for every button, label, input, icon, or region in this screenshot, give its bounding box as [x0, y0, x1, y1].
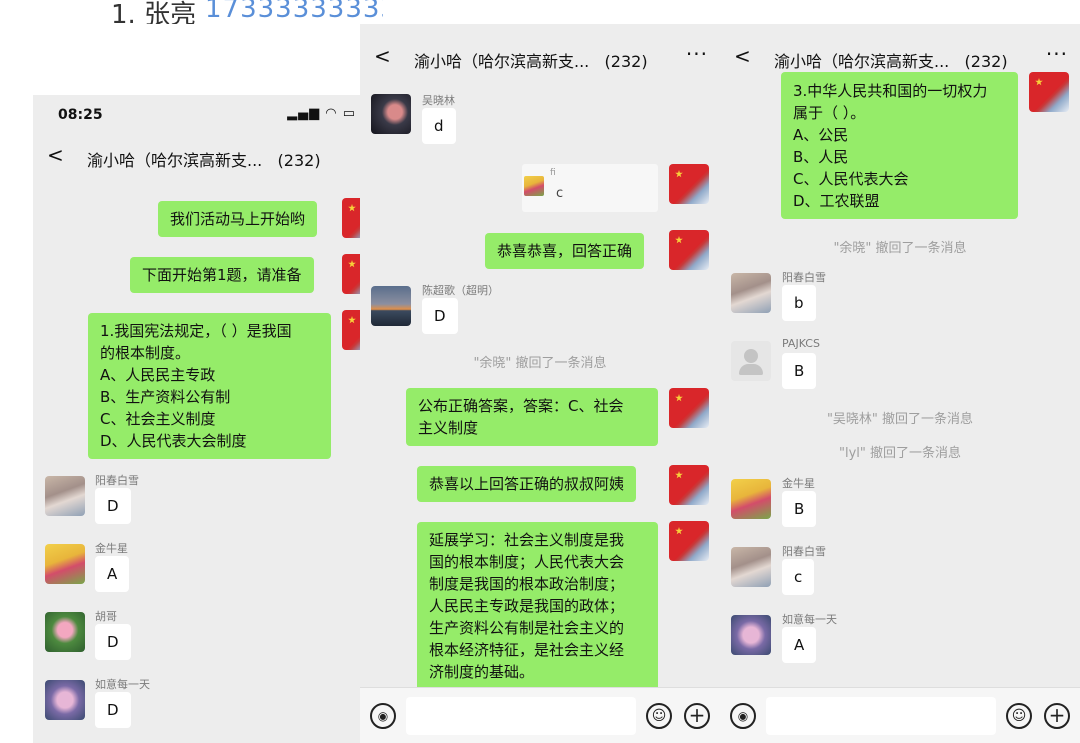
contact-name: 1. 张亮 — [111, 0, 197, 24]
sender-name: 阳春白雪 — [782, 271, 826, 284]
default-avatar-icon[interactable] — [731, 341, 771, 381]
self-avatar[interactable] — [669, 521, 709, 561]
message-bubble[interactable]: c — [782, 559, 815, 595]
status-bar: 08:25 ▂▄▆ ◠ ▭ — [33, 95, 360, 135]
back-icon[interactable]: < — [374, 44, 391, 68]
quote-thumbnail — [524, 176, 544, 196]
plus-icon[interactable]: + — [1044, 703, 1070, 729]
system-recall-notice: "lyl" 撤回了一条消息 — [838, 446, 961, 461]
back-icon[interactable]: < — [734, 44, 751, 68]
more-icon[interactable]: ··· — [1046, 42, 1068, 66]
sender-name: 吴晓林 — [422, 94, 455, 107]
message-bubble[interactable]: 我们活动马上开始哟 — [158, 201, 318, 237]
self-avatar[interactable] — [342, 254, 360, 294]
self-avatar[interactable] — [1029, 72, 1069, 112]
self-avatar[interactable] — [342, 198, 360, 238]
message-bubble[interactable]: d — [422, 108, 456, 144]
sender-name: 阳春白雪 — [95, 474, 139, 487]
message-bubble[interactable]: A — [782, 627, 817, 663]
message-bubble[interactable]: B — [782, 491, 817, 527]
user-avatar[interactable] — [371, 286, 411, 326]
emoji-icon[interactable]: ☺ — [1006, 703, 1032, 729]
quoted-message[interactable]: fi c — [522, 164, 658, 212]
message-bubble[interactable]: 恭喜以上回答正确的叔叔阿姨 — [417, 466, 637, 502]
system-recall-notice: "余晓" 撤回了一条消息 — [833, 241, 967, 256]
user-avatar[interactable] — [45, 612, 85, 652]
voice-icon[interactable]: ◉ — [370, 703, 396, 729]
message-input[interactable] — [766, 697, 996, 735]
signal-wifi-battery-icon: ▂▄▆ ◠ ▭ — [287, 106, 356, 121]
extended-learning-bubble[interactable]: 延展学习：社会主义制度是我 国的根本制度；人民代表大会 制度是我国的根本政治制度… — [417, 522, 658, 692]
sender-name: 金牛星 — [95, 542, 128, 555]
quote-sender: fi — [550, 168, 556, 178]
message-bubble[interactable]: D — [95, 692, 131, 728]
system-recall-notice: "吴晓林" 撤回了一条消息 — [826, 412, 974, 427]
sender-name: 金牛星 — [782, 477, 815, 490]
input-bar: ◉ ☺ + — [360, 687, 720, 743]
message-bubble[interactable]: 下面开始第1题，请准备 — [130, 257, 314, 293]
chat-header: < 渝小哈（哈尔滨高新支... (232) — [33, 135, 360, 179]
self-avatar[interactable] — [669, 230, 709, 270]
chat-title: 渝小哈（哈尔滨高新支... (232) — [87, 151, 321, 170]
user-avatar[interactable] — [731, 547, 771, 587]
sender-name: 胡哥 — [95, 610, 117, 623]
plus-icon[interactable]: + — [684, 703, 710, 729]
member-count: (232) — [277, 151, 321, 170]
contact-card-fragment: 1. 张亮 17333333333 — [95, 0, 383, 24]
user-avatar[interactable] — [731, 615, 771, 655]
message-bubble[interactable]: D — [95, 624, 131, 660]
sender-name: 阳春白雪 — [782, 545, 826, 558]
sender-name: 陈超歌（超明） — [422, 284, 499, 297]
contact-phone: 17333333333 — [205, 0, 383, 24]
voice-icon[interactable]: ◉ — [730, 703, 756, 729]
sender-name: 如意每一天 — [782, 613, 837, 626]
self-avatar[interactable] — [669, 465, 709, 505]
sender-name: PAJKCS — [782, 337, 820, 350]
self-avatar[interactable] — [342, 310, 360, 350]
message-bubble[interactable]: B — [782, 353, 817, 389]
chat-header: < 渝小哈（哈尔滨高新支... (232) ··· — [360, 36, 720, 80]
user-avatar[interactable] — [45, 544, 85, 584]
user-avatar[interactable] — [731, 273, 771, 313]
chat-title: 渝小哈（哈尔滨高新支... (232) — [774, 52, 1008, 71]
emoji-icon[interactable]: ☺ — [646, 703, 672, 729]
user-avatar[interactable] — [45, 476, 85, 516]
user-avatar[interactable] — [45, 680, 85, 720]
status-time: 08:25 — [58, 107, 103, 123]
more-icon[interactable]: ··· — [686, 42, 708, 66]
user-avatar[interactable] — [731, 479, 771, 519]
chat-panel-2: < 渝小哈（哈尔滨高新支... (232) ··· 吴晓林 d fi c 恭喜恭… — [360, 24, 720, 743]
chat-panel-3: < 渝小哈（哈尔滨高新支... (232) ··· 3.中华人民共和国的一切权力… — [720, 24, 1080, 743]
user-avatar[interactable] — [371, 94, 411, 134]
question-bubble[interactable]: 3.中华人民共和国的一切权力 属于（ ）。 A、公民 B、人民 C、人民代表大会… — [781, 72, 1018, 219]
chat-panel-1: 08:25 ▂▄▆ ◠ ▭ < 渝小哈（哈尔滨高新支... (232) 我们活动… — [33, 95, 360, 743]
message-bubble[interactable]: 恭喜恭喜，回答正确 — [485, 233, 645, 269]
message-bubble[interactable]: D — [95, 488, 131, 524]
answer-bubble[interactable]: 公布正确答案，答案：C、社会 主义制度 — [406, 388, 658, 446]
question-bubble[interactable]: 1.我国宪法规定，（ ）是我国 的根本制度。 A、人民民主专政 B、生产资料公有… — [88, 313, 331, 459]
self-avatar[interactable] — [669, 388, 709, 428]
back-icon[interactable]: < — [47, 143, 64, 167]
message-bubble[interactable]: b — [782, 285, 816, 321]
member-count: (232) — [964, 52, 1008, 71]
self-avatar[interactable] — [669, 164, 709, 204]
message-bubble[interactable]: D — [422, 298, 458, 334]
member-count: (232) — [604, 52, 648, 71]
system-recall-notice: "余晓" 撤回了一条消息 — [473, 356, 607, 371]
sender-name: 如意每一天 — [95, 678, 150, 691]
chat-title: 渝小哈（哈尔滨高新支... (232) — [414, 52, 648, 71]
message-bubble[interactable]: A — [95, 556, 130, 592]
quote-text: c — [556, 186, 564, 201]
message-input[interactable] — [406, 697, 636, 735]
input-bar: ◉ ☺ + — [720, 687, 1080, 743]
screenshot-collage: 1. 张亮 17333333333 08:25 ▂▄▆ ◠ ▭ < 渝小哈（哈尔… — [0, 0, 1080, 743]
